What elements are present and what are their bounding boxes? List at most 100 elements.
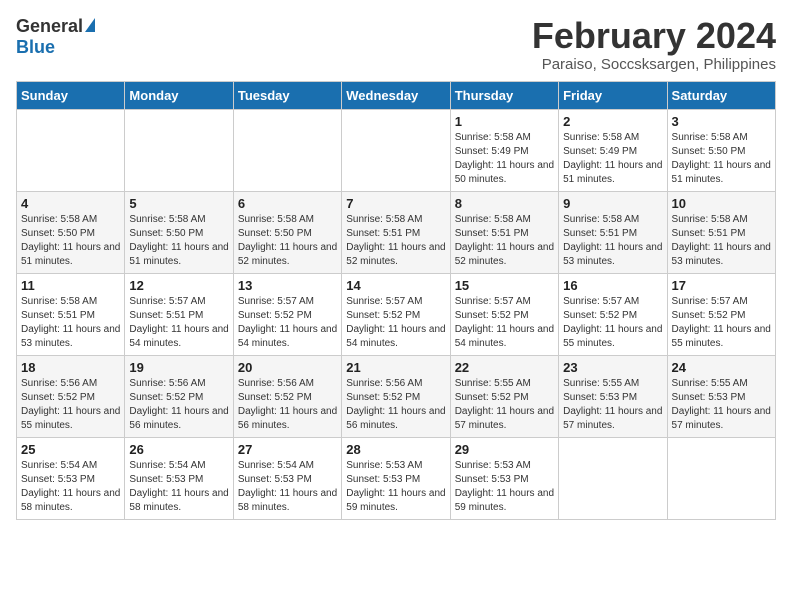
week-row-4: 18 Sunrise: 5:56 AMSunset: 5:52 PMDayligh… [17, 355, 776, 437]
day-detail: Sunrise: 5:57 AMSunset: 5:52 PMDaylight:… [455, 295, 554, 351]
day-detail: Sunrise: 5:56 AMSunset: 5:52 PMDaylight:… [238, 377, 337, 433]
calendar-cell [559, 437, 667, 519]
calendar-cell: 23 Sunrise: 5:55 AMSunset: 5:53 PMDayligh… [559, 355, 667, 437]
day-detail: Sunrise: 5:56 AMSunset: 5:52 PMDaylight:… [21, 377, 120, 433]
logo-icon [85, 18, 95, 32]
day-detail: Sunrise: 5:58 AMSunset: 5:51 PMDaylight:… [346, 213, 445, 269]
day-detail: Sunrise: 5:58 AMSunset: 5:49 PMDaylight:… [455, 131, 554, 187]
calendar-cell: 6 Sunrise: 5:58 AMSunset: 5:50 PMDaylight… [233, 191, 341, 273]
month-title: February 2024 [532, 16, 776, 56]
day-detail: Sunrise: 5:55 AMSunset: 5:52 PMDaylight:… [455, 377, 554, 433]
header-row: SundayMondayTuesdayWednesdayThursdayFrid… [17, 81, 776, 109]
day-detail: Sunrise: 5:58 AMSunset: 5:50 PMDaylight:… [129, 213, 228, 269]
day-detail: Sunrise: 5:55 AMSunset: 5:53 PMDaylight:… [672, 377, 771, 433]
day-number: 18 [21, 360, 120, 375]
calendar-cell: 28 Sunrise: 5:53 AMSunset: 5:53 PMDayligh… [342, 437, 450, 519]
calendar-cell [342, 109, 450, 191]
week-row-1: 1Sunrise: 5:58 AMSunset: 5:49 PMDaylight… [17, 109, 776, 191]
day-number: 17 [672, 278, 771, 293]
day-number: 8 [455, 196, 554, 211]
day-detail: Sunrise: 5:58 AMSunset: 5:51 PMDaylight:… [455, 213, 554, 269]
day-detail: Sunrise: 5:57 AMSunset: 5:52 PMDaylight:… [238, 295, 337, 351]
calendar-cell: 27Sunrise: 5:54 AMSunset: 5:53 PMDayligh… [233, 437, 341, 519]
day-detail: Sunrise: 5:58 AMSunset: 5:50 PMDaylight:… [238, 213, 337, 269]
day-detail: Sunrise: 5:54 AMSunset: 5:53 PMDaylight:… [129, 459, 228, 515]
calendar-cell: 20 Sunrise: 5:56 AMSunset: 5:52 PMDayligh… [233, 355, 341, 437]
day-detail: Sunrise: 5:54 AMSunset: 5:53 PMDaylight:… [21, 459, 120, 515]
day-number: 4 [21, 196, 120, 211]
day-number: 22 [455, 360, 554, 375]
day-detail: Sunrise: 5:58 AMSunset: 5:51 PMDaylight:… [563, 213, 662, 269]
calendar-cell: 1Sunrise: 5:58 AMSunset: 5:49 PMDaylight… [450, 109, 558, 191]
day-number: 14 [346, 278, 445, 293]
day-number: 25 [21, 442, 120, 457]
calendar-cell: 2 Sunrise: 5:58 AMSunset: 5:49 PMDaylight… [559, 109, 667, 191]
day-detail: Sunrise: 5:53 AMSunset: 5:53 PMDaylight:… [346, 459, 445, 515]
header-monday: Monday [125, 81, 233, 109]
logo-general-text: General [16, 16, 83, 37]
calendar-table: SundayMondayTuesdayWednesdayThursdayFrid… [16, 81, 776, 520]
calendar-cell: 29Sunrise: 5:53 AMSunset: 5:53 PMDayligh… [450, 437, 558, 519]
day-number: 7 [346, 196, 445, 211]
calendar-cell: 16 Sunrise: 5:57 AMSunset: 5:52 PMDayligh… [559, 273, 667, 355]
calendar-cell: 25 Sunrise: 5:54 AMSunset: 5:53 PMDayligh… [17, 437, 125, 519]
calendar-cell: 7 Sunrise: 5:58 AMSunset: 5:51 PMDaylight… [342, 191, 450, 273]
calendar-cell: 3 Sunrise: 5:58 AMSunset: 5:50 PMDaylight… [667, 109, 775, 191]
header-friday: Friday [559, 81, 667, 109]
day-detail: Sunrise: 5:55 AMSunset: 5:53 PMDaylight:… [563, 377, 662, 433]
day-number: 3 [672, 114, 771, 129]
calendar-cell: 24Sunrise: 5:55 AMSunset: 5:53 PMDayligh… [667, 355, 775, 437]
header-thursday: Thursday [450, 81, 558, 109]
location-title: Paraiso, Soccsksargen, Philippines [532, 56, 776, 73]
day-detail: Sunrise: 5:56 AMSunset: 5:52 PMDaylight:… [129, 377, 228, 433]
day-detail: Sunrise: 5:57 AMSunset: 5:52 PMDaylight:… [346, 295, 445, 351]
day-number: 26 [129, 442, 228, 457]
day-number: 29 [455, 442, 554, 457]
day-detail: Sunrise: 5:58 AMSunset: 5:50 PMDaylight:… [672, 131, 771, 187]
calendar-cell: 10Sunrise: 5:58 AMSunset: 5:51 PMDayligh… [667, 191, 775, 273]
header-tuesday: Tuesday [233, 81, 341, 109]
day-detail: Sunrise: 5:58 AMSunset: 5:51 PMDaylight:… [672, 213, 771, 269]
calendar-cell: 17Sunrise: 5:57 AMSunset: 5:52 PMDayligh… [667, 273, 775, 355]
calendar-cell [125, 109, 233, 191]
day-detail: Sunrise: 5:56 AMSunset: 5:52 PMDaylight:… [346, 377, 445, 433]
calendar-cell [17, 109, 125, 191]
day-number: 23 [563, 360, 662, 375]
week-row-3: 11 Sunrise: 5:58 AMSunset: 5:51 PMDayligh… [17, 273, 776, 355]
day-detail: Sunrise: 5:58 AMSunset: 5:51 PMDaylight:… [21, 295, 120, 351]
calendar-header: SundayMondayTuesdayWednesdayThursdayFrid… [17, 81, 776, 109]
calendar-cell: 4 Sunrise: 5:58 AMSunset: 5:50 PMDaylight… [17, 191, 125, 273]
header-wednesday: Wednesday [342, 81, 450, 109]
day-number: 27 [238, 442, 337, 457]
day-number: 28 [346, 442, 445, 457]
day-number: 11 [21, 278, 120, 293]
day-number: 9 [563, 196, 662, 211]
day-detail: Sunrise: 5:57 AMSunset: 5:52 PMDaylight:… [563, 295, 662, 351]
calendar-cell [667, 437, 775, 519]
calendar-cell: 15 Sunrise: 5:57 AMSunset: 5:52 PMDayligh… [450, 273, 558, 355]
week-row-2: 4 Sunrise: 5:58 AMSunset: 5:50 PMDaylight… [17, 191, 776, 273]
logo-blue-text: Blue [16, 37, 55, 58]
header-saturday: Saturday [667, 81, 775, 109]
day-number: 21 [346, 360, 445, 375]
calendar-body: 1Sunrise: 5:58 AMSunset: 5:49 PMDaylight… [17, 109, 776, 519]
header-sunday: Sunday [17, 81, 125, 109]
day-number: 6 [238, 196, 337, 211]
day-detail: Sunrise: 5:58 AMSunset: 5:49 PMDaylight:… [563, 131, 662, 187]
calendar-cell: 22 Sunrise: 5:55 AMSunset: 5:52 PMDayligh… [450, 355, 558, 437]
calendar-cell: 19Sunrise: 5:56 AMSunset: 5:52 PMDayligh… [125, 355, 233, 437]
day-number: 2 [563, 114, 662, 129]
calendar-cell: 12Sunrise: 5:57 AMSunset: 5:51 PMDayligh… [125, 273, 233, 355]
logo: General Blue [16, 16, 95, 58]
calendar-cell: 26 Sunrise: 5:54 AMSunset: 5:53 PMDayligh… [125, 437, 233, 519]
week-row-5: 25 Sunrise: 5:54 AMSunset: 5:53 PMDayligh… [17, 437, 776, 519]
calendar-cell: 5Sunrise: 5:58 AMSunset: 5:50 PMDaylight… [125, 191, 233, 273]
day-detail: Sunrise: 5:58 AMSunset: 5:50 PMDaylight:… [21, 213, 120, 269]
day-number: 13 [238, 278, 337, 293]
day-number: 16 [563, 278, 662, 293]
calendar-cell: 13 Sunrise: 5:57 AMSunset: 5:52 PMDayligh… [233, 273, 341, 355]
calendar-cell: 21 Sunrise: 5:56 AMSunset: 5:52 PMDayligh… [342, 355, 450, 437]
day-number: 15 [455, 278, 554, 293]
day-number: 20 [238, 360, 337, 375]
calendar-cell [233, 109, 341, 191]
